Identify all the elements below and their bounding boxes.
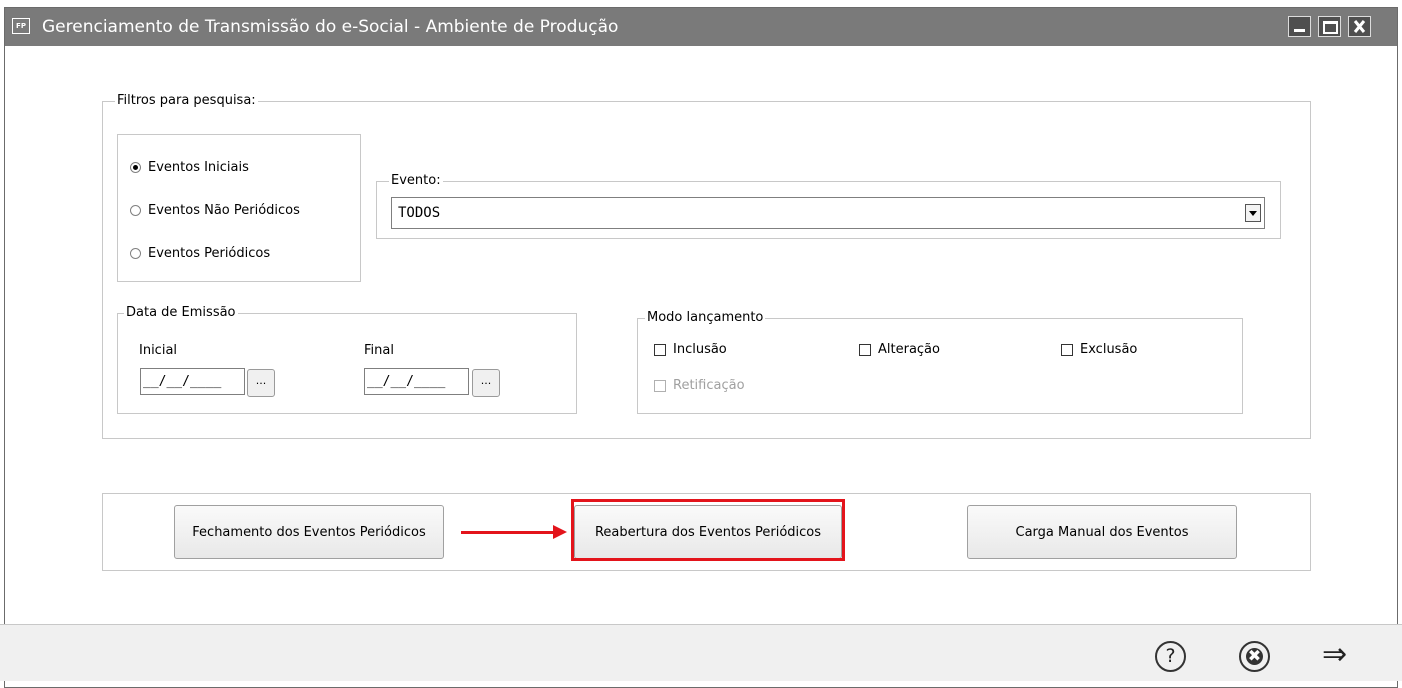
modo-lancamento-group (637, 318, 1243, 414)
minimize-button[interactable] (1288, 16, 1311, 37)
title-bar[interactable]: FP Gerenciamento de Transmissão do e-Soc… (5, 8, 1397, 46)
checkbox-retificacao: Retificação (654, 378, 745, 393)
window-title: Gerenciamento de Transmissão do e-Social… (42, 17, 619, 37)
radio-eventos-periodicos[interactable]: Eventos Periódicos (130, 246, 270, 261)
final-label: Final (364, 343, 394, 358)
checkbox-label: Retificação (673, 378, 745, 393)
radio-label: Eventos Periódicos (148, 246, 271, 261)
fechamento-eventos-periodicos-button[interactable]: Fechamento dos Eventos Periódicos (174, 505, 444, 559)
app-icon: FP (12, 18, 30, 34)
checkbox-label: Exclusão (1080, 342, 1138, 357)
evento-legend: Evento: (389, 173, 443, 188)
evento-selected-value: TODOS (398, 205, 441, 221)
modo-lancamento-legend: Modo lançamento (645, 310, 766, 325)
data-emissao-legend: Data de Emissão (124, 305, 238, 320)
highlight-box (571, 499, 845, 561)
filters-legend: Filtros para pesquisa: (115, 93, 258, 108)
checkbox-alteracao[interactable]: Alteração (859, 342, 940, 357)
inicial-date-field[interactable]: __/__/____ (140, 368, 245, 395)
data-emissao-group (117, 313, 577, 414)
checkbox-label: Alteração (878, 342, 940, 357)
radio-icon (130, 248, 141, 259)
close-icon (1353, 20, 1366, 33)
final-date-picker-button[interactable]: ... (472, 369, 500, 397)
next-arrow-icon[interactable]: ⇒ (1322, 640, 1347, 670)
maximize-button[interactable] (1318, 16, 1341, 37)
chevron-down-icon[interactable] (1245, 204, 1261, 222)
arrow-right-icon (553, 525, 567, 539)
evento-select[interactable]: TODOS (391, 197, 1265, 229)
radio-eventos-iniciais[interactable]: Eventos Iniciais (130, 160, 249, 175)
radio-label: Eventos Não Periódicos (148, 203, 300, 218)
checkbox-inclusao[interactable]: Inclusão (654, 342, 727, 357)
checkbox-icon (859, 343, 871, 356)
inicial-date-picker-button[interactable]: ... (247, 369, 275, 397)
close-button[interactable] (1348, 16, 1371, 37)
cancel-icon[interactable]: ✖ (1239, 641, 1270, 672)
radio-selected-icon (130, 162, 141, 173)
checkbox-icon (654, 343, 666, 356)
checkbox-icon (1061, 343, 1073, 356)
radio-icon (130, 205, 141, 216)
checkbox-exclusao[interactable]: Exclusão (1061, 342, 1137, 357)
help-icon[interactable]: ? (1155, 641, 1186, 672)
checkbox-label: Inclusão (673, 342, 727, 357)
cancel-glyph: ✖ (1247, 646, 1262, 665)
final-date-field[interactable]: __/__/____ (364, 368, 469, 395)
inicial-label: Inicial (139, 343, 178, 358)
footer-bar (0, 624, 1402, 681)
radio-eventos-nao-periodicos[interactable]: Eventos Não Periódicos (130, 203, 300, 218)
radio-label: Eventos Iniciais (148, 160, 249, 175)
arrow-annotation (461, 531, 556, 534)
carga-manual-eventos-button[interactable]: Carga Manual dos Eventos (967, 505, 1237, 559)
checkbox-icon (654, 379, 666, 392)
